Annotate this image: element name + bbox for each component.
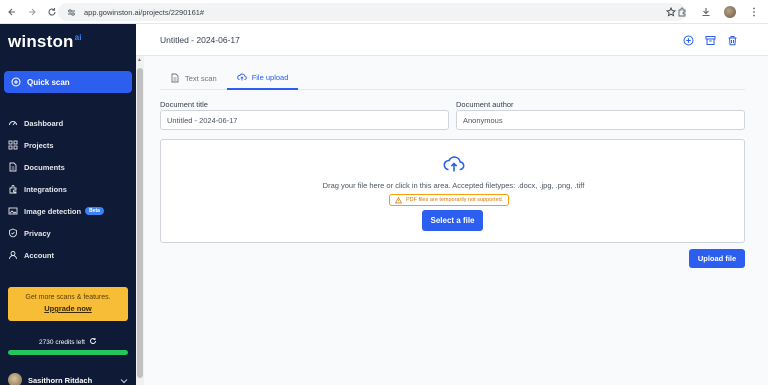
user-profile[interactable]: Sasithorn Ritdach	[8, 373, 92, 385]
upgrade-promo: Get more scans & features. Upgrade now	[8, 287, 128, 321]
page-title: Untitled - 2024-06-17	[160, 35, 240, 45]
tab-file-upload[interactable]: File upload	[226, 66, 299, 90]
site-info-icon[interactable]	[64, 5, 78, 19]
scroll-up-arrow-icon[interactable]: ▲	[137, 57, 142, 63]
tab-text-scan[interactable]: Text scan	[160, 66, 227, 90]
app-logo[interactable]: winstonai	[8, 32, 82, 52]
sidebar-item-privacy[interactable]: Privacy	[0, 222, 136, 244]
sidebar: winstonai Quick scan Dashboard Projects …	[0, 24, 136, 385]
pdf-warning-badge: PDF files are temporarily not supported.	[389, 194, 510, 206]
user-name: Sasithorn Ritdach	[28, 375, 93, 385]
cloud-upload-icon	[443, 153, 465, 175]
credits-progress-bar	[8, 350, 128, 355]
quick-scan-label: Quick scan	[27, 77, 70, 87]
browser-toolbar: app.gowinston.ai/projects/2290161#	[0, 0, 768, 24]
sidebar-nav: Dashboard Projects Documents Integration…	[0, 112, 136, 266]
back-icon[interactable]	[4, 4, 20, 20]
integrations-icon	[8, 184, 18, 194]
sidebar-item-label: Projects	[24, 140, 54, 150]
scan-tabs: Text scan File upload	[160, 66, 745, 90]
upgrade-link[interactable]: Upgrade now	[8, 304, 128, 313]
archive-icon[interactable]	[704, 34, 716, 46]
document-title-label: Document title	[160, 100, 208, 109]
tab-label: File upload	[251, 72, 289, 82]
credits-text: 2730 credits left	[39, 338, 85, 346]
sidebar-item-label: Image detection	[24, 206, 82, 216]
document-author-label: Document author	[456, 100, 514, 109]
document-icon	[170, 73, 180, 83]
file-dropzone[interactable]: Drag your file here or click in this are…	[160, 139, 745, 243]
upload-file-button[interactable]: Upload file	[689, 249, 745, 268]
quick-scan-button[interactable]: Quick scan	[4, 71, 132, 93]
shield-icon	[8, 228, 18, 238]
url-text: app.gowinston.ai/projects/2290161#	[84, 7, 205, 17]
sidebar-item-dashboard[interactable]: Dashboard	[0, 112, 136, 134]
dropzone-instructions: Drag your file here or click in this are…	[322, 181, 585, 190]
document-header: Untitled - 2024-06-17	[136, 24, 768, 56]
profile-avatar[interactable]	[722, 4, 738, 20]
beta-badge: Beta	[85, 207, 104, 215]
cloud-upload-icon	[236, 72, 247, 82]
sidebar-item-label: Integrations	[24, 184, 67, 194]
select-file-button[interactable]: Select a file	[422, 210, 483, 231]
sidebar-item-projects[interactable]: Projects	[0, 134, 136, 156]
extensions-icon[interactable]	[674, 4, 690, 20]
sidebar-item-label: Documents	[24, 162, 65, 172]
warning-icon	[395, 196, 402, 204]
sidebar-item-integrations[interactable]: Integrations	[0, 178, 136, 200]
documents-icon	[8, 162, 18, 172]
credits-info: 2730 credits left	[0, 337, 136, 347]
image-icon	[8, 206, 18, 216]
tab-label: Text scan	[185, 73, 217, 83]
warning-text: PDF files are temporarily not supported.	[406, 197, 504, 203]
sidebar-item-label: Privacy	[24, 228, 51, 238]
document-author-input[interactable]: Anonymous	[456, 110, 745, 130]
sidebar-item-documents[interactable]: Documents	[0, 156, 136, 178]
document-title-input[interactable]: Untitled - 2024-06-17	[160, 110, 449, 130]
forward-icon[interactable]	[24, 4, 40, 20]
scrollbar-thumb[interactable]	[137, 68, 143, 378]
kebab-menu-icon[interactable]	[746, 4, 762, 20]
download-icon[interactable]	[698, 4, 714, 20]
user-icon	[8, 250, 18, 260]
refresh-icon[interactable]	[89, 337, 97, 347]
add-circle-icon[interactable]	[682, 34, 694, 46]
trash-icon[interactable]	[726, 34, 738, 46]
dashboard-icon	[8, 118, 18, 128]
sidebar-item-label: Dashboard	[24, 118, 64, 128]
avatar	[8, 373, 22, 385]
address-bar[interactable]: app.gowinston.ai/projects/2290161#	[58, 3, 686, 21]
promo-text: Get more scans & features.	[25, 294, 111, 301]
sidebar-item-account[interactable]: Account	[0, 244, 136, 266]
sidebar-item-image-detection[interactable]: Image detection Beta	[0, 200, 136, 222]
sidebar-item-label: Account	[24, 250, 54, 260]
chevron-down-icon[interactable]	[120, 377, 128, 385]
plus-circle-icon	[11, 77, 21, 87]
projects-icon	[8, 140, 18, 150]
